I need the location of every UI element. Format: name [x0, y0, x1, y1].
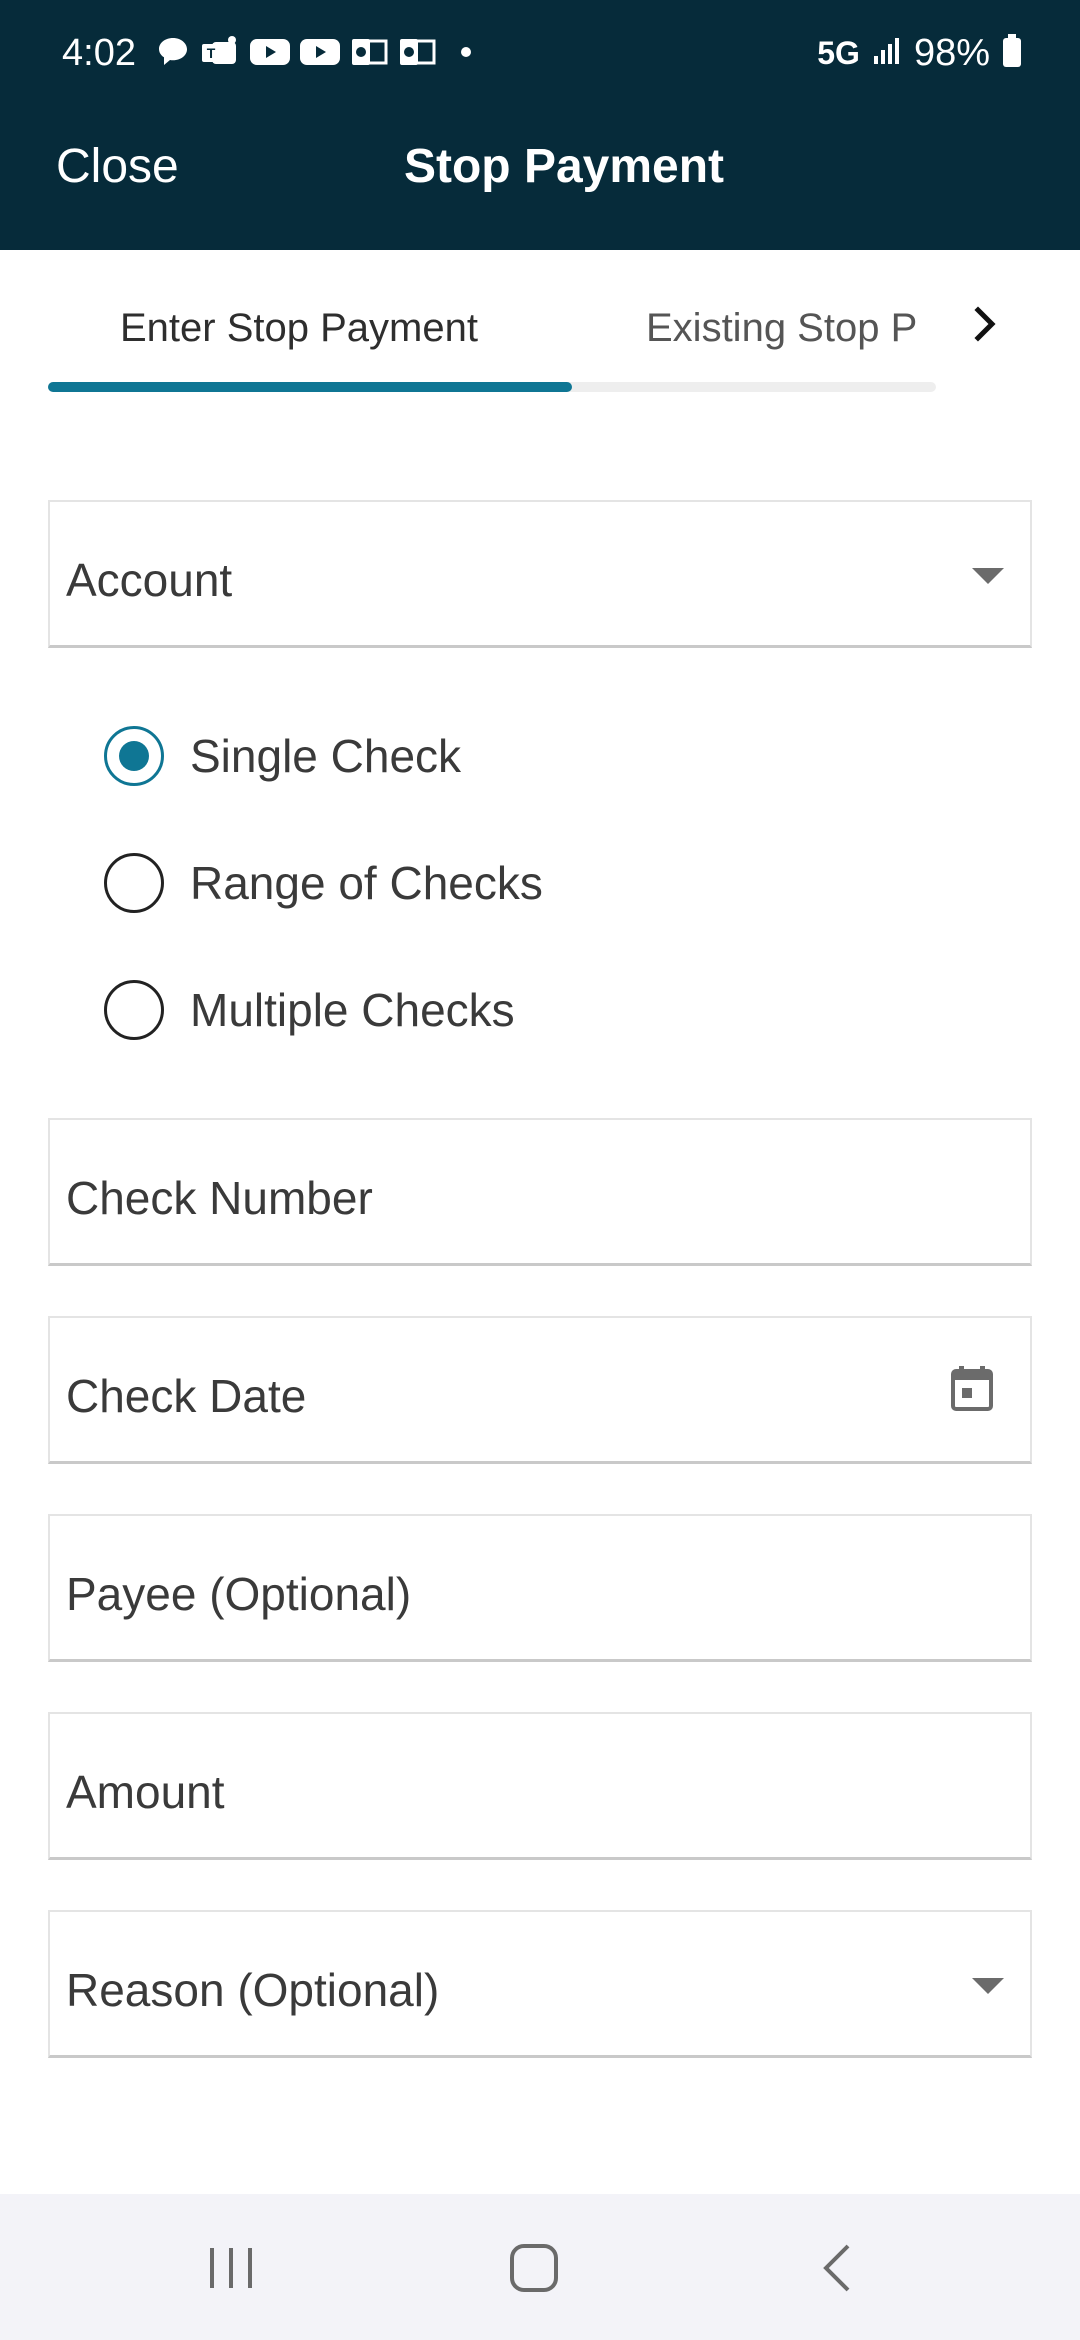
outlook-icon: [350, 35, 388, 74]
reason-label: Reason (Optional): [66, 1964, 440, 2016]
calendar-icon[interactable]: [950, 1364, 994, 1412]
tab-bar: Enter Stop Payment Existing Stop P: [0, 250, 1080, 400]
check-date-label: Check Date: [66, 1370, 307, 1422]
dropdown-arrow-icon: [972, 1978, 1004, 1994]
outlook-icon: [398, 35, 436, 74]
home-icon[interactable]: [508, 2238, 560, 2298]
reason-select[interactable]: Reason (Optional): [48, 1910, 1032, 2058]
screen: 4:02 T 5G 98% Close Stop Payment Enter S…: [0, 0, 1080, 2340]
svg-text:T: T: [207, 45, 216, 61]
account-select[interactable]: Account: [48, 500, 1032, 648]
radio-multiple-checks[interactable]: Multiple Checks: [104, 975, 515, 1045]
network-type: 5G: [817, 35, 860, 71]
back-icon[interactable]: [818, 2238, 858, 2298]
notification-icons: T: [156, 34, 472, 74]
account-label: Account: [66, 554, 233, 606]
battery-percent: 98%: [913, 32, 990, 74]
status-time: 4:02: [62, 32, 136, 74]
chat-icon: [156, 35, 190, 74]
tab-active-indicator: [48, 382, 572, 392]
system-nav-bar: [0, 2194, 1080, 2340]
payee-field[interactable]: Payee (Optional): [48, 1514, 1032, 1662]
youtube-icon: [250, 37, 290, 72]
app-bar: Close Stop Payment: [0, 84, 1080, 250]
payee-label: Payee (Optional): [66, 1568, 412, 1620]
radio-button[interactable]: [104, 853, 164, 913]
tab-enter-stop-payment[interactable]: Enter Stop Payment: [120, 304, 478, 352]
check-date-field[interactable]: Check Date: [48, 1316, 1032, 1464]
radio-label: Single Check: [190, 730, 462, 782]
check-number-field[interactable]: Check Number: [48, 1118, 1032, 1266]
tab-existing-stop-payments[interactable]: Existing Stop P: [646, 304, 936, 352]
check-number-label: Check Number: [66, 1172, 373, 1224]
youtube-icon: [300, 37, 340, 72]
page-title: Stop Payment: [403, 140, 725, 193]
status-bar: 4:02 T 5G 98%: [0, 0, 1080, 84]
radio-button[interactable]: [104, 980, 164, 1040]
radio-single-check[interactable]: Single Check: [104, 721, 461, 791]
dot-icon: [460, 45, 472, 63]
radio-range-of-checks[interactable]: Range of Checks: [104, 848, 543, 918]
dropdown-arrow-icon: [972, 568, 1004, 584]
status-right: 5G 98%: [817, 30, 1022, 76]
radio-button-selected[interactable]: [104, 726, 164, 786]
teams-icon: T: [200, 34, 240, 75]
signal-icon: [872, 36, 902, 71]
chevron-right-icon[interactable]: [966, 300, 1006, 350]
amount-field[interactable]: Amount: [48, 1712, 1032, 1860]
recent-apps-icon[interactable]: [206, 2238, 256, 2298]
radio-label: Multiple Checks: [190, 984, 515, 1036]
radio-label: Range of Checks: [190, 857, 543, 909]
battery-icon: [1002, 33, 1022, 73]
amount-label: Amount: [66, 1766, 225, 1818]
